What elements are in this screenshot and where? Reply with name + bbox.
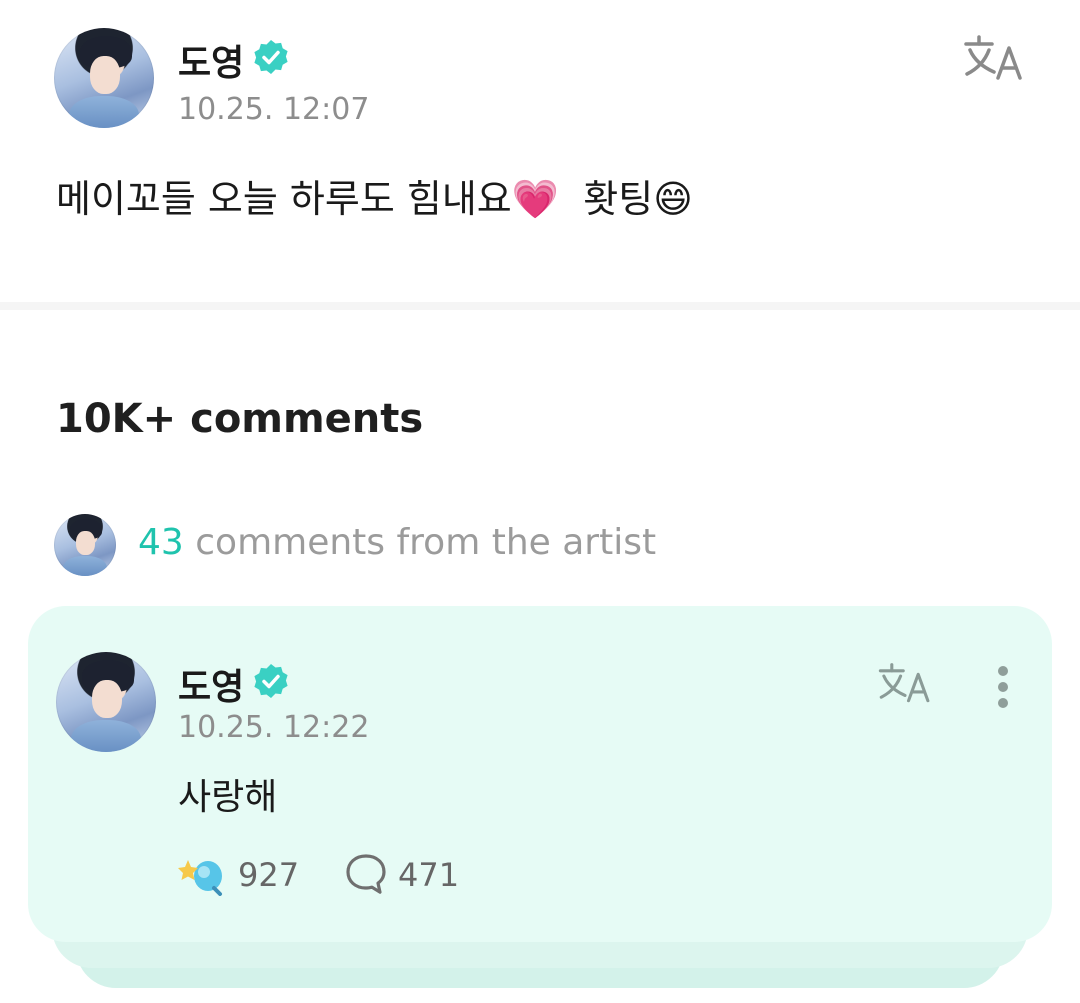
verified-badge-icon bbox=[252, 662, 290, 700]
avatar-shirt bbox=[63, 556, 107, 576]
post-timestamp: 10.25. 12:07 bbox=[178, 92, 370, 127]
post-text: 메이꼬들 오늘 하루도 힘내요💗 홧팅😄 bbox=[56, 168, 693, 223]
more-options-icon[interactable] bbox=[990, 664, 1016, 714]
avatar-shirt bbox=[71, 720, 141, 752]
artist-comments-label: comments from the artist bbox=[183, 522, 657, 563]
verified-badge-icon bbox=[252, 38, 290, 76]
smile-emoji: 😄 bbox=[653, 177, 693, 221]
reaction-icon[interactable] bbox=[178, 852, 226, 900]
reply-bubble-icon[interactable] bbox=[344, 852, 388, 900]
comment-author-avatar[interactable] bbox=[56, 652, 156, 752]
artist-avatar-small bbox=[54, 514, 116, 576]
translate-icon[interactable] bbox=[876, 662, 934, 710]
comments-count-title: 10K+ comments bbox=[56, 396, 424, 442]
heart-emoji: 💗 bbox=[511, 177, 560, 221]
comment-text: 사랑해 bbox=[178, 777, 278, 818]
reply-count: 471 bbox=[398, 856, 460, 894]
translate-icon[interactable] bbox=[962, 34, 1026, 88]
avatar-face bbox=[90, 56, 120, 94]
reaction-count: 927 bbox=[238, 856, 300, 894]
post-author-avatar[interactable] bbox=[54, 28, 154, 128]
post-text-after: 홧팅 bbox=[583, 177, 654, 221]
post-author-name[interactable]: 도영 bbox=[178, 34, 244, 86]
comment-timestamp: 10.25. 12:22 bbox=[178, 710, 370, 745]
avatar-face bbox=[92, 680, 122, 718]
artist-comments-count: 43 bbox=[138, 522, 184, 563]
avatar-face bbox=[76, 531, 95, 555]
section-divider bbox=[0, 302, 1080, 310]
artist-comments-link[interactable]: 43 comments from the artist bbox=[138, 522, 656, 563]
avatar-shirt bbox=[69, 96, 139, 128]
comment-author-name[interactable]: 도영 bbox=[178, 658, 244, 710]
post-text-main: 메이꼬들 오늘 하루도 힘내요 bbox=[56, 177, 512, 221]
